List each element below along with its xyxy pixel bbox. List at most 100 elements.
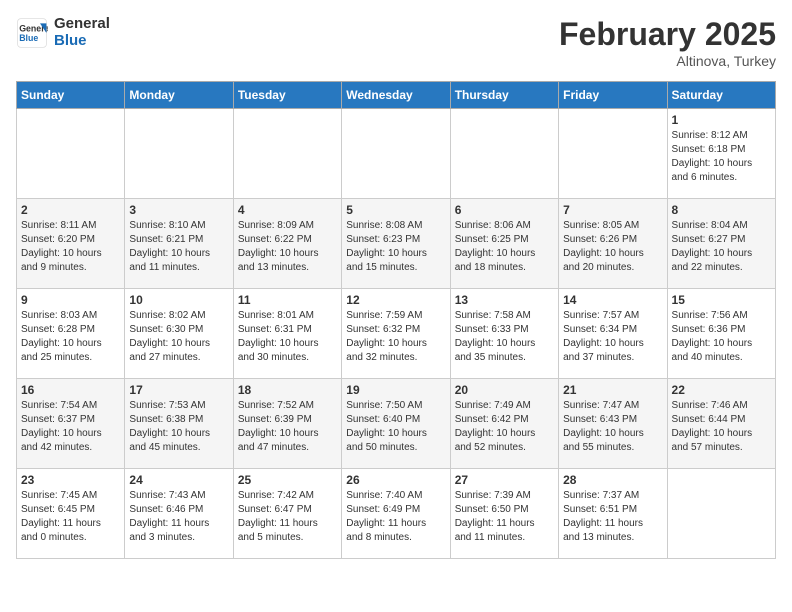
day-info: Sunrise: 7:56 AM Sunset: 6:36 PM Dayligh…	[672, 309, 771, 365]
calendar-cell	[450, 109, 558, 199]
day-number: 23	[21, 473, 120, 487]
day-info: Sunrise: 7:40 AM Sunset: 6:49 PM Dayligh…	[346, 489, 445, 545]
day-info: Sunrise: 7:43 AM Sunset: 6:46 PM Dayligh…	[129, 489, 228, 545]
day-info: Sunrise: 7:37 AM Sunset: 6:51 PM Dayligh…	[563, 489, 662, 545]
calendar-week-row: 9 Sunrise: 8:03 AM Sunset: 6:28 PM Daylig…	[17, 289, 776, 379]
calendar-cell: 3 Sunrise: 8:10 AM Sunset: 6:21 PM Daylig…	[125, 199, 233, 289]
day-info: Sunrise: 7:46 AM Sunset: 6:44 PM Dayligh…	[672, 399, 771, 455]
day-number: 3	[129, 203, 228, 217]
day-info: Sunrise: 7:52 AM Sunset: 6:39 PM Dayligh…	[238, 399, 337, 455]
day-number: 15	[672, 293, 771, 307]
day-info: Sunrise: 8:10 AM Sunset: 6:21 PM Dayligh…	[129, 219, 228, 275]
day-info: Sunrise: 7:58 AM Sunset: 6:33 PM Dayligh…	[455, 309, 554, 365]
day-number: 18	[238, 383, 337, 397]
calendar-cell	[559, 109, 667, 199]
day-info: Sunrise: 8:08 AM Sunset: 6:23 PM Dayligh…	[346, 219, 445, 275]
calendar-body: 1 Sunrise: 8:12 AM Sunset: 6:18 PM Daylig…	[17, 109, 776, 559]
day-number: 19	[346, 383, 445, 397]
calendar-header-row: SundayMondayTuesdayWednesdayThursdayFrid…	[17, 82, 776, 109]
day-info: Sunrise: 7:59 AM Sunset: 6:32 PM Dayligh…	[346, 309, 445, 365]
calendar-week-row: 16 Sunrise: 7:54 AM Sunset: 6:37 PM Dayli…	[17, 379, 776, 469]
day-number: 7	[563, 203, 662, 217]
calendar-week-row: 2Sunrise: 8:11 AM Sunset: 6:20 PM Daylig…	[17, 199, 776, 289]
day-info: Sunrise: 8:04 AM Sunset: 6:27 PM Dayligh…	[672, 219, 771, 275]
calendar-cell: 4 Sunrise: 8:09 AM Sunset: 6:22 PM Daylig…	[233, 199, 341, 289]
weekday-header: Saturday	[667, 82, 775, 109]
weekday-header: Monday	[125, 82, 233, 109]
calendar-cell: 11 Sunrise: 8:01 AM Sunset: 6:31 PM Dayli…	[233, 289, 341, 379]
calendar-cell	[233, 109, 341, 199]
page-header: General Blue General Blue February 2025 …	[16, 16, 776, 69]
calendar-cell: 19 Sunrise: 7:50 AM Sunset: 6:40 PM Dayli…	[342, 379, 450, 469]
calendar-cell: 28Sunrise: 7:37 AM Sunset: 6:51 PM Dayli…	[559, 469, 667, 559]
day-number: 17	[129, 383, 228, 397]
weekday-header: Sunday	[17, 82, 125, 109]
calendar-cell: 9 Sunrise: 8:03 AM Sunset: 6:28 PM Daylig…	[17, 289, 125, 379]
day-info: Sunrise: 7:47 AM Sunset: 6:43 PM Dayligh…	[563, 399, 662, 455]
calendar-cell: 12 Sunrise: 7:59 AM Sunset: 6:32 PM Dayli…	[342, 289, 450, 379]
day-number: 26	[346, 473, 445, 487]
calendar-cell: 6Sunrise: 8:06 AM Sunset: 6:25 PM Daylig…	[450, 199, 558, 289]
calendar-cell: 17 Sunrise: 7:53 AM Sunset: 6:38 PM Dayli…	[125, 379, 233, 469]
day-number: 12	[346, 293, 445, 307]
calendar-cell: 25 Sunrise: 7:42 AM Sunset: 6:47 PM Dayli…	[233, 469, 341, 559]
day-number: 2	[21, 203, 120, 217]
calendar-cell: 26 Sunrise: 7:40 AM Sunset: 6:49 PM Dayli…	[342, 469, 450, 559]
title-block: February 2025 Altinova, Turkey	[559, 16, 776, 69]
day-info: Sunrise: 7:57 AM Sunset: 6:34 PM Dayligh…	[563, 309, 662, 365]
calendar-cell: 5 Sunrise: 8:08 AM Sunset: 6:23 PM Daylig…	[342, 199, 450, 289]
calendar-week-row: 23Sunrise: 7:45 AM Sunset: 6:45 PM Dayli…	[17, 469, 776, 559]
calendar-cell: 2Sunrise: 8:11 AM Sunset: 6:20 PM Daylig…	[17, 199, 125, 289]
calendar-cell	[342, 109, 450, 199]
day-number: 20	[455, 383, 554, 397]
month-title: February 2025	[559, 16, 776, 53]
calendar-cell: 8 Sunrise: 8:04 AM Sunset: 6:27 PM Daylig…	[667, 199, 775, 289]
weekday-header: Wednesday	[342, 82, 450, 109]
weekday-header: Tuesday	[233, 82, 341, 109]
day-info: Sunrise: 8:02 AM Sunset: 6:30 PM Dayligh…	[129, 309, 228, 365]
calendar-cell: 24 Sunrise: 7:43 AM Sunset: 6:46 PM Dayli…	[125, 469, 233, 559]
day-number: 9	[21, 293, 120, 307]
location-subtitle: Altinova, Turkey	[559, 53, 776, 69]
day-info: Sunrise: 7:54 AM Sunset: 6:37 PM Dayligh…	[21, 399, 120, 455]
day-info: Sunrise: 8:12 AM Sunset: 6:18 PM Dayligh…	[672, 129, 771, 185]
day-number: 27	[455, 473, 554, 487]
logo: General Blue General Blue	[16, 16, 110, 49]
calendar-cell: 1 Sunrise: 8:12 AM Sunset: 6:18 PM Daylig…	[667, 109, 775, 199]
calendar-cell: 14Sunrise: 7:57 AM Sunset: 6:34 PM Dayli…	[559, 289, 667, 379]
calendar-cell: 21 Sunrise: 7:47 AM Sunset: 6:43 PM Dayli…	[559, 379, 667, 469]
weekday-header: Thursday	[450, 82, 558, 109]
day-number: 6	[455, 203, 554, 217]
day-number: 1	[672, 113, 771, 127]
calendar-table: SundayMondayTuesdayWednesdayThursdayFrid…	[16, 81, 776, 559]
logo-icon: General Blue	[16, 17, 48, 49]
day-number: 16	[21, 383, 120, 397]
calendar-cell	[667, 469, 775, 559]
day-number: 11	[238, 293, 337, 307]
day-number: 25	[238, 473, 337, 487]
day-number: 10	[129, 293, 228, 307]
day-number: 5	[346, 203, 445, 217]
day-info: Sunrise: 8:03 AM Sunset: 6:28 PM Dayligh…	[21, 309, 120, 365]
calendar-cell	[125, 109, 233, 199]
day-info: Sunrise: 7:39 AM Sunset: 6:50 PM Dayligh…	[455, 489, 554, 545]
day-info: Sunrise: 7:50 AM Sunset: 6:40 PM Dayligh…	[346, 399, 445, 455]
day-number: 13	[455, 293, 554, 307]
day-number: 21	[563, 383, 662, 397]
calendar-cell: 27 Sunrise: 7:39 AM Sunset: 6:50 PM Dayli…	[450, 469, 558, 559]
day-info: Sunrise: 7:49 AM Sunset: 6:42 PM Dayligh…	[455, 399, 554, 455]
day-info: Sunrise: 7:53 AM Sunset: 6:38 PM Dayligh…	[129, 399, 228, 455]
day-info: Sunrise: 8:05 AM Sunset: 6:26 PM Dayligh…	[563, 219, 662, 275]
calendar-cell: 13 Sunrise: 7:58 AM Sunset: 6:33 PM Dayli…	[450, 289, 558, 379]
day-number: 8	[672, 203, 771, 217]
calendar-cell: 10 Sunrise: 8:02 AM Sunset: 6:30 PM Dayli…	[125, 289, 233, 379]
day-number: 4	[238, 203, 337, 217]
day-info: Sunrise: 8:09 AM Sunset: 6:22 PM Dayligh…	[238, 219, 337, 275]
svg-text:Blue: Blue	[19, 33, 38, 43]
day-number: 24	[129, 473, 228, 487]
calendar-cell: 15 Sunrise: 7:56 AM Sunset: 6:36 PM Dayli…	[667, 289, 775, 379]
day-info: Sunrise: 8:01 AM Sunset: 6:31 PM Dayligh…	[238, 309, 337, 365]
calendar-cell	[17, 109, 125, 199]
day-number: 22	[672, 383, 771, 397]
day-info: Sunrise: 7:42 AM Sunset: 6:47 PM Dayligh…	[238, 489, 337, 545]
